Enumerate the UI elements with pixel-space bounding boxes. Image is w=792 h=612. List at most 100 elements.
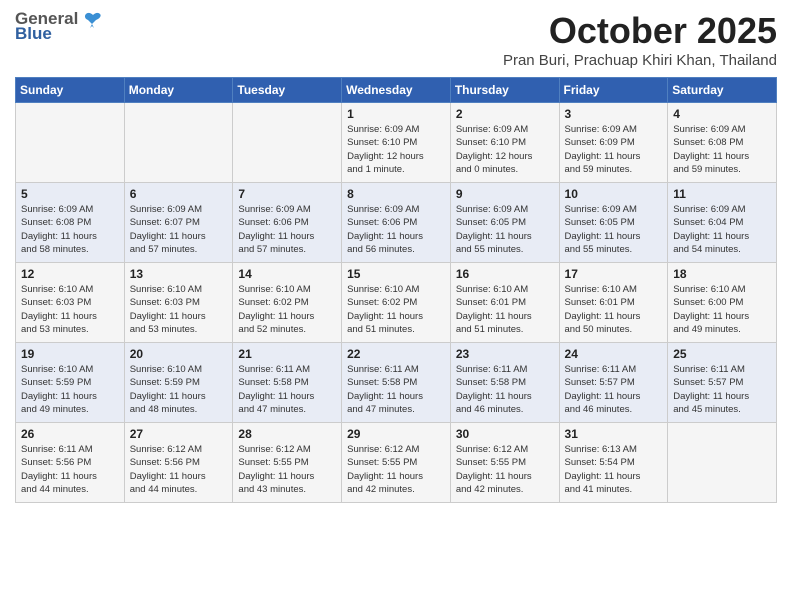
day-number: 10	[565, 187, 663, 201]
day-detail: Sunrise: 6:09 AM Sunset: 6:08 PM Dayligh…	[673, 123, 771, 176]
day-detail: Sunrise: 6:11 AM Sunset: 5:58 PM Dayligh…	[347, 363, 445, 416]
day-detail: Sunrise: 6:09 AM Sunset: 6:05 PM Dayligh…	[456, 203, 554, 256]
day-number: 14	[238, 267, 336, 281]
location: Pran Buri, Prachuap Khiri Khan, Thailand	[503, 52, 777, 69]
calendar-cell-12: 10 Sunrise: 6:09 AM Sunset: 6:05 PM Dayli…	[559, 183, 668, 263]
day-detail: Sunrise: 6:12 AM Sunset: 5:56 PM Dayligh…	[130, 443, 228, 496]
day-detail: Sunrise: 6:10 AM Sunset: 6:01 PM Dayligh…	[565, 283, 663, 336]
calendar-cell-18: 16 Sunrise: 6:10 AM Sunset: 6:01 PM Dayli…	[450, 263, 559, 343]
day-detail: Sunrise: 6:09 AM Sunset: 6:10 PM Dayligh…	[347, 123, 445, 176]
month-title: October 2025	[503, 10, 777, 52]
calendar-cell-30: 28 Sunrise: 6:12 AM Sunset: 5:55 PM Dayli…	[233, 423, 342, 503]
day-number: 21	[238, 347, 336, 361]
calendar-cell-17: 15 Sunrise: 6:10 AM Sunset: 6:02 PM Dayli…	[342, 263, 451, 343]
day-number: 3	[565, 107, 663, 121]
day-number: 13	[130, 267, 228, 281]
calendar-cell-16: 14 Sunrise: 6:10 AM Sunset: 6:02 PM Dayli…	[233, 263, 342, 343]
logo: General Blue	[15, 10, 104, 43]
calendar-cell-2	[233, 103, 342, 183]
weekday-header-wednesday: Wednesday	[342, 78, 451, 103]
day-detail: Sunrise: 6:09 AM Sunset: 6:08 PM Dayligh…	[21, 203, 119, 256]
calendar-cell-19: 17 Sunrise: 6:10 AM Sunset: 6:01 PM Dayli…	[559, 263, 668, 343]
calendar-cell-28: 26 Sunrise: 6:11 AM Sunset: 5:56 PM Dayli…	[16, 423, 125, 503]
day-number: 31	[565, 427, 663, 441]
day-number: 9	[456, 187, 554, 201]
calendar-cell-29: 27 Sunrise: 6:12 AM Sunset: 5:56 PM Dayli…	[124, 423, 233, 503]
day-detail: Sunrise: 6:11 AM Sunset: 5:56 PM Dayligh…	[21, 443, 119, 496]
calendar-cell-11: 9 Sunrise: 6:09 AM Sunset: 6:05 PM Daylig…	[450, 183, 559, 263]
day-detail: Sunrise: 6:09 AM Sunset: 6:05 PM Dayligh…	[565, 203, 663, 256]
day-detail: Sunrise: 6:10 AM Sunset: 6:03 PM Dayligh…	[21, 283, 119, 336]
calendar-cell-22: 20 Sunrise: 6:10 AM Sunset: 5:59 PM Dayli…	[124, 343, 233, 423]
calendar-cell-23: 21Sunrise: 6:11 AM Sunset: 5:58 PM Dayli…	[233, 343, 342, 423]
day-number: 25	[673, 347, 771, 361]
calendar-cell-1	[124, 103, 233, 183]
day-detail: Sunrise: 6:10 AM Sunset: 5:59 PM Dayligh…	[21, 363, 119, 416]
day-detail: Sunrise: 6:09 AM Sunset: 6:06 PM Dayligh…	[347, 203, 445, 256]
calendar-cell-15: 13 Sunrise: 6:10 AM Sunset: 6:03 PM Dayli…	[124, 263, 233, 343]
calendar-cell-8: 6Sunrise: 6:09 AM Sunset: 6:07 PM Daylig…	[124, 183, 233, 263]
day-number: 6	[130, 187, 228, 201]
weekday-header-sunday: Sunday	[16, 78, 125, 103]
day-number: 22	[347, 347, 445, 361]
day-number: 1	[347, 107, 445, 121]
calendar-cell-34	[668, 423, 777, 503]
day-number: 23	[456, 347, 554, 361]
calendar-cell-7: 5 Sunrise: 6:09 AM Sunset: 6:08 PM Daylig…	[16, 183, 125, 263]
header: General Blue October 2025 Pran Buri, Pra…	[15, 10, 777, 69]
day-detail: Sunrise: 6:09 AM Sunset: 6:10 PM Dayligh…	[456, 123, 554, 176]
day-detail: Sunrise: 6:12 AM Sunset: 5:55 PM Dayligh…	[347, 443, 445, 496]
day-number: 4	[673, 107, 771, 121]
day-detail: Sunrise: 6:11 AM Sunset: 5:57 PM Dayligh…	[673, 363, 771, 416]
day-number: 15	[347, 267, 445, 281]
day-number: 5	[21, 187, 119, 201]
weekday-header-saturday: Saturday	[668, 78, 777, 103]
calendar-cell-33: 31Sunrise: 6:13 AM Sunset: 5:54 PM Dayli…	[559, 423, 668, 503]
day-number: 19	[21, 347, 119, 361]
day-number: 29	[347, 427, 445, 441]
day-number: 17	[565, 267, 663, 281]
day-number: 16	[456, 267, 554, 281]
day-number: 28	[238, 427, 336, 441]
day-number: 24	[565, 347, 663, 361]
day-number: 7	[238, 187, 336, 201]
day-detail: Sunrise: 6:10 AM Sunset: 6:02 PM Dayligh…	[238, 283, 336, 336]
calendar-cell-32: 30 Sunrise: 6:12 AM Sunset: 5:55 PM Dayli…	[450, 423, 559, 503]
calendar: SundayMondayTuesdayWednesdayThursdayFrid…	[15, 77, 777, 503]
day-number: 30	[456, 427, 554, 441]
day-detail: Sunrise: 6:09 AM Sunset: 6:09 PM Dayligh…	[565, 123, 663, 176]
day-detail: Sunrise: 6:10 AM Sunset: 6:01 PM Dayligh…	[456, 283, 554, 336]
weekday-header-friday: Friday	[559, 78, 668, 103]
day-detail: Sunrise: 6:09 AM Sunset: 6:06 PM Dayligh…	[238, 203, 336, 256]
day-detail: Sunrise: 6:12 AM Sunset: 5:55 PM Dayligh…	[238, 443, 336, 496]
calendar-cell-21: 19 Sunrise: 6:10 AM Sunset: 5:59 PM Dayli…	[16, 343, 125, 423]
day-detail: Sunrise: 6:09 AM Sunset: 6:04 PM Dayligh…	[673, 203, 771, 256]
day-detail: Sunrise: 6:10 AM Sunset: 6:02 PM Dayligh…	[347, 283, 445, 336]
day-number: 26	[21, 427, 119, 441]
day-detail: Sunrise: 6:12 AM Sunset: 5:55 PM Dayligh…	[456, 443, 554, 496]
day-detail: Sunrise: 6:11 AM Sunset: 5:58 PM Dayligh…	[456, 363, 554, 416]
calendar-cell-27: 25 Sunrise: 6:11 AM Sunset: 5:57 PM Dayli…	[668, 343, 777, 423]
calendar-cell-24: 22 Sunrise: 6:11 AM Sunset: 5:58 PM Dayli…	[342, 343, 451, 423]
weekday-header-thursday: Thursday	[450, 78, 559, 103]
day-number: 12	[21, 267, 119, 281]
calendar-cell-3: 1 Sunrise: 6:09 AM Sunset: 6:10 PM Daylig…	[342, 103, 451, 183]
calendar-cell-31: 29 Sunrise: 6:12 AM Sunset: 5:55 PM Dayli…	[342, 423, 451, 503]
day-number: 11	[673, 187, 771, 201]
calendar-cell-6: 4 Sunrise: 6:09 AM Sunset: 6:08 PM Daylig…	[668, 103, 777, 183]
day-detail: Sunrise: 6:10 AM Sunset: 6:00 PM Dayligh…	[673, 283, 771, 336]
calendar-cell-9: 7 Sunrise: 6:09 AM Sunset: 6:06 PM Daylig…	[233, 183, 342, 263]
title-area: October 2025 Pran Buri, Prachuap Khiri K…	[503, 10, 777, 69]
day-detail: Sunrise: 6:11 AM Sunset: 5:57 PM Dayligh…	[565, 363, 663, 416]
day-number: 27	[130, 427, 228, 441]
logo-blue: Blue	[15, 25, 104, 44]
day-number: 20	[130, 347, 228, 361]
day-detail: Sunrise: 6:10 AM Sunset: 5:59 PM Dayligh…	[130, 363, 228, 416]
weekday-header-tuesday: Tuesday	[233, 78, 342, 103]
day-detail: Sunrise: 6:10 AM Sunset: 6:03 PM Dayligh…	[130, 283, 228, 336]
calendar-cell-0	[16, 103, 125, 183]
calendar-cell-5: 3 Sunrise: 6:09 AM Sunset: 6:09 PM Daylig…	[559, 103, 668, 183]
calendar-cell-14: 12 Sunrise: 6:10 AM Sunset: 6:03 PM Dayli…	[16, 263, 125, 343]
day-number: 18	[673, 267, 771, 281]
calendar-cell-25: 23 Sunrise: 6:11 AM Sunset: 5:58 PM Dayli…	[450, 343, 559, 423]
